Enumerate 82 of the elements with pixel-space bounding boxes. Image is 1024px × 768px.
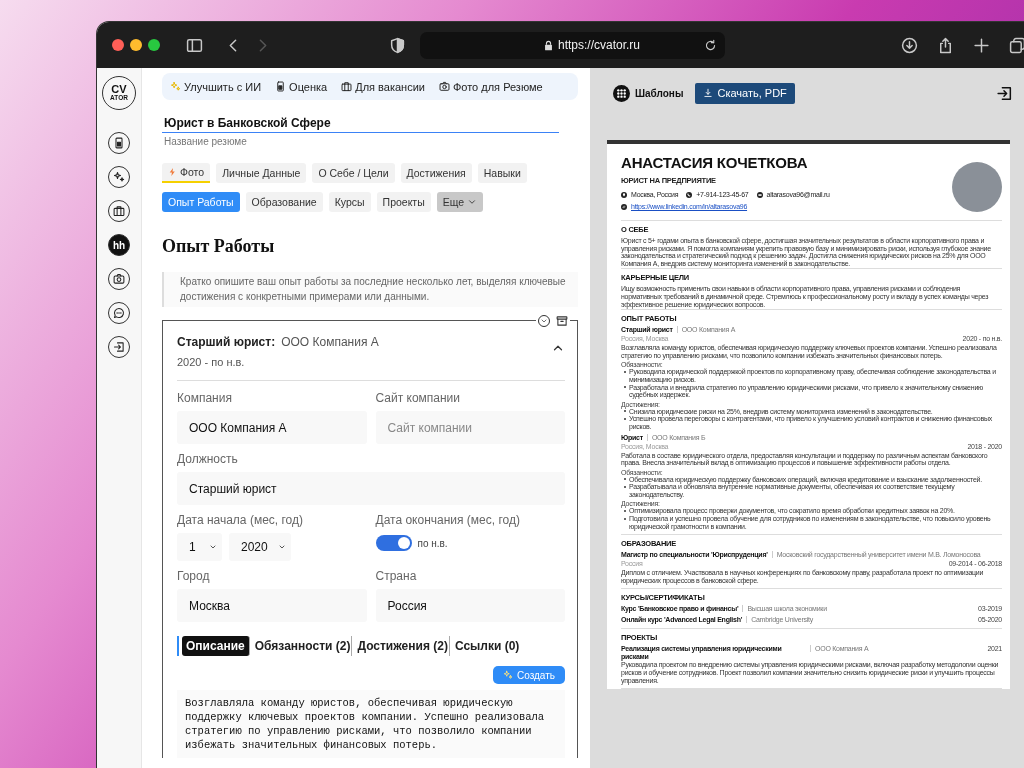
toolbar-button[interactable]: Улучшить с ИИ <box>170 80 262 93</box>
section-title: Опыт Работы <box>162 236 276 257</box>
chevron-down-icon <box>209 543 217 551</box>
description-field[interactable]: Возглавляла команду юристов, обеспечивая юридическую поддержку ключевых проектов компании. Успешно реализовала стратегию по управлению рисками, что позволило компании избежать значительных финансовых потерь. <box>177 690 565 758</box>
plus-icon[interactable] <box>973 36 990 54</box>
archive-icon[interactable] <box>556 315 568 327</box>
zoom-button[interactable] <box>148 39 160 51</box>
grid-icon <box>613 84 630 102</box>
download-icon[interactable] <box>901 36 918 54</box>
address-bar[interactable]: https://cvator.ru <box>420 31 725 59</box>
sparkle-icon <box>113 171 125 183</box>
briefcase-icon <box>113 205 125 217</box>
text-field[interactable]: Москва <box>177 589 367 622</box>
select-field[interactable]: 1 <box>177 533 222 561</box>
field-label: Должность <box>177 452 239 468</box>
section-tab[interactable]: Фото <box>162 163 211 183</box>
section-tab[interactable]: Достижения <box>400 163 472 183</box>
email-icon <box>756 191 763 198</box>
photo-placeholder <box>952 162 1002 212</box>
sparkle-icon <box>503 670 513 680</box>
field-label: Страна <box>375 569 418 585</box>
document-icon <box>113 137 125 149</box>
entry-dates: 2020 - по н.в. <box>177 356 246 368</box>
reload-icon[interactable] <box>704 38 717 52</box>
field-label: Дата начала (мес, год) <box>177 513 304 529</box>
toggle-switch[interactable] <box>375 535 412 551</box>
chevron-down-icon <box>467 197 478 207</box>
share-icon[interactable] <box>937 36 954 54</box>
shield-icon[interactable] <box>389 36 406 54</box>
content-tab[interactable]: Достижения (2) <box>356 636 450 656</box>
select-field[interactable]: 2020 <box>229 533 291 561</box>
section-tab[interactable]: Личные Данные <box>216 163 307 183</box>
url-text: https://cvator.ru <box>557 38 640 52</box>
chevron-down-icon <box>277 543 286 551</box>
close-button[interactable] <box>112 39 124 51</box>
section-tab[interactable]: Образование <box>245 192 323 212</box>
minimize-button[interactable] <box>130 39 142 51</box>
section-tab[interactable]: Проекты <box>376 192 431 212</box>
text-field[interactable]: Старший юрист <box>177 472 565 505</box>
chat-icon <box>113 307 125 319</box>
hint-text: Кратко опишите ваш опыт работы за последние несколько лет, выделяя ключевые достижения с конкретными примерами или данными. <box>162 272 578 307</box>
download-button[interactable]: Скачать, PDF <box>695 82 795 104</box>
tabs-icon[interactable] <box>1009 36 1024 54</box>
section-tab[interactable]: Навыки <box>477 163 527 183</box>
field-label: Сайт компании <box>375 391 462 407</box>
location-icon <box>621 191 627 198</box>
company-name: ООО Компания А <box>281 335 379 349</box>
text-field[interactable]: Россия <box>375 589 565 622</box>
templates-button[interactable]: Шаблоны <box>613 84 684 102</box>
text-field[interactable]: Сайт компании <box>375 411 565 444</box>
field-label: Дата окончания (мес, год) <box>375 513 521 529</box>
document-icon <box>275 81 287 92</box>
resume-name: АНАСТАСИЯ КОЧЕТКОВА <box>621 154 809 171</box>
content-tab[interactable]: Описание <box>182 636 250 656</box>
section-tab[interactable]: Еще <box>436 192 484 212</box>
camera-icon <box>438 81 450 92</box>
camera-icon <box>113 273 125 285</box>
exit-icon[interactable] <box>996 84 1013 102</box>
sidebar-icon[interactable] <box>186 36 203 54</box>
toolbar-button[interactable]: Оценка <box>275 80 328 93</box>
field-label: Город <box>177 569 211 585</box>
link-icon <box>621 203 627 210</box>
phone-icon <box>686 191 693 198</box>
resume-title-field[interactable]: Юрист в Банковской Сфере <box>162 116 559 133</box>
content-tab[interactable]: Обязанности (2) <box>253 636 353 656</box>
content-tab[interactable]: Ссылки (0) <box>453 636 521 656</box>
field-label: Компания <box>177 391 233 407</box>
toggle-label: по н.в. <box>417 537 448 549</box>
section-tab[interactable]: О Себе / Цели <box>312 163 395 183</box>
download-icon <box>703 88 714 98</box>
sparkle-icon <box>170 81 181 92</box>
lock-icon <box>542 39 554 51</box>
toolbar-button[interactable]: Фото для Резюме <box>438 80 543 93</box>
text-field[interactable]: ООО Компания А <box>177 411 367 444</box>
field-label: Название резюме <box>164 136 248 147</box>
hh-button[interactable]: hh <box>108 234 130 256</box>
briefcase-icon <box>341 81 353 92</box>
position-title: Старший юрист: <box>177 335 276 349</box>
section-tab[interactable]: Курсы <box>328 192 371 212</box>
bolt-icon <box>168 167 177 177</box>
toolbar-button[interactable]: Для вакансии <box>341 80 425 93</box>
logout-icon <box>113 341 125 353</box>
